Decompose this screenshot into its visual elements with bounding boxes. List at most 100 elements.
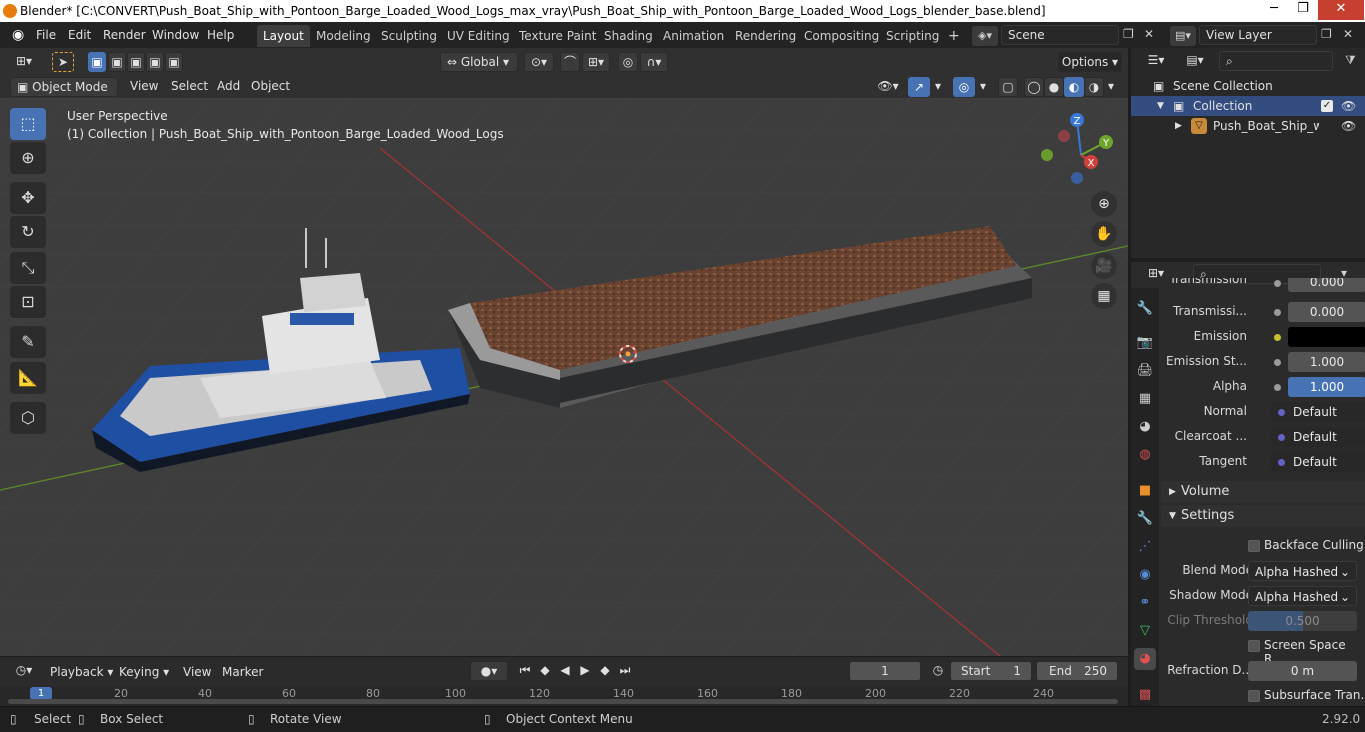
scene-tab-icon[interactable]: ◕ <box>1134 416 1156 438</box>
prop-value-field[interactable]: 0.000 <box>1288 302 1365 322</box>
tab-layout[interactable]: Layout <box>257 25 310 47</box>
jump-start-icon[interactable]: ⏮ <box>516 661 534 681</box>
snap-target-icon[interactable]: ⊞▾ <box>582 52 610 72</box>
outliner-editor-type-icon[interactable]: ☰▾ <box>1141 51 1171 71</box>
timeline-menu-view[interactable]: View <box>183 662 211 682</box>
prop-value-field[interactable]: 0.000 <box>1288 278 1365 292</box>
alpha-slider[interactable]: 1.000 <box>1288 377 1365 397</box>
tab-scripting[interactable]: Scripting <box>880 25 945 47</box>
tab-uv-editing[interactable]: UV Editing <box>441 25 516 47</box>
outliner-row-scene-collection[interactable]: ▣ Scene Collection <box>1131 76 1365 96</box>
clip-threshold-slider[interactable]: 0.500 <box>1248 611 1357 631</box>
timeline-ruler[interactable]: 1 20 40 60 80 100 120 140 160 180 200 22… <box>0 686 1128 706</box>
options-dropdown[interactable]: Options ▾ <box>1058 52 1122 72</box>
delete-view-layer-icon[interactable]: ✕ <box>1343 27 1353 41</box>
shading-dropdown-icon[interactable]: ▾ <box>1104 77 1118 97</box>
shading-material-icon[interactable]: ◐ <box>1064 77 1084 97</box>
timeline-scrollbar[interactable] <box>8 699 1118 704</box>
navigation-gizmo[interactable]: Z Y X <box>1036 110 1126 200</box>
minimize-button[interactable]: ─ <box>1260 0 1288 20</box>
select-box-tool-icon[interactable]: ⬚ <box>10 108 46 140</box>
tab-shading[interactable]: Shading <box>598 25 659 47</box>
jump-end-icon[interactable]: ⏭ <box>616 661 634 681</box>
particles-tab-icon[interactable]: ⋰ <box>1134 536 1156 558</box>
tool-tab-icon[interactable]: 🔧 <box>1134 298 1156 320</box>
shading-rendered-icon[interactable]: ◑ <box>1084 77 1104 97</box>
physics-tab-icon[interactable]: ◉ <box>1134 564 1156 586</box>
material-tab-icon[interactable]: ◕ <box>1134 648 1156 670</box>
end-frame-field[interactable]: End 250 <box>1036 661 1118 681</box>
socket-dot-icon[interactable] <box>1274 309 1281 316</box>
gizmo-toggle-icon[interactable]: ↗ <box>908 77 930 97</box>
menu-file[interactable]: File <box>32 26 60 44</box>
timeline-menu-playback[interactable]: Playback ▾ <box>50 662 113 682</box>
subsurface-translucency-checkbox[interactable] <box>1248 690 1260 702</box>
scene-selector-icon[interactable]: ◈▾ <box>972 26 998 46</box>
socket-dot-icon[interactable] <box>1278 409 1285 416</box>
blender-menu-icon[interactable]: ◉ <box>8 26 28 44</box>
xray-toggle-icon[interactable]: ▢ <box>998 77 1018 97</box>
object-tab-icon[interactable]: ■ <box>1134 480 1156 502</box>
tab-animation[interactable]: Animation <box>657 25 730 47</box>
filter-icon[interactable]: ⧩ <box>1345 53 1356 68</box>
3d-viewport[interactable]: User Perspective (1) Collection | Push_B… <box>0 98 1128 656</box>
add-cube-tool-icon[interactable]: ⬡ <box>10 402 46 434</box>
menu-edit[interactable]: Edit <box>64 26 95 44</box>
outliner-search-input[interactable]: ⌕ <box>1219 51 1333 71</box>
viewport-menu-object[interactable]: Object <box>251 76 290 96</box>
measure-tool-icon[interactable]: 📐 <box>10 362 46 394</box>
output-tab-icon[interactable]: 🖨 <box>1134 360 1156 382</box>
prev-keyframe-icon[interactable]: ◆ <box>536 661 554 681</box>
play-icon[interactable]: ▶ <box>576 661 594 681</box>
timeline-menu-keying[interactable]: Keying ▾ <box>119 662 169 682</box>
select-mode-extend-icon[interactable]: ▣ <box>108 52 126 72</box>
gizmo-dropdown-icon[interactable]: ▾ <box>931 77 945 97</box>
maximize-button[interactable]: ❐ <box>1289 0 1317 20</box>
viewport-menu-view[interactable]: View <box>130 76 158 96</box>
backface-culling-checkbox[interactable] <box>1248 540 1260 552</box>
menu-render[interactable]: Render <box>99 26 150 44</box>
proportional-falloff-icon[interactable]: ∩▾ <box>640 52 668 72</box>
exclude-checkbox[interactable]: ✓ <box>1321 100 1333 112</box>
prop-value-field[interactable]: Default <box>1271 427 1365 447</box>
auto-keying-icon[interactable]: ●▾ <box>470 661 508 681</box>
start-frame-field[interactable]: Start 1 <box>950 661 1032 681</box>
select-mode-invert-icon[interactable]: ▣ <box>146 52 164 72</box>
socket-dot-icon[interactable] <box>1274 280 1281 287</box>
next-keyframe-icon[interactable]: ◆ <box>596 661 614 681</box>
timeline-menu-marker[interactable]: Marker <box>222 662 263 682</box>
screen-space-refraction-checkbox[interactable] <box>1248 640 1260 652</box>
viewport-menu-select[interactable]: Select <box>171 76 208 96</box>
proportional-edit-icon[interactable]: ◎ <box>618 52 638 72</box>
socket-dot-icon[interactable] <box>1274 334 1281 341</box>
new-view-layer-icon[interactable]: ❐ <box>1321 27 1332 41</box>
shading-solid-icon[interactable]: ● <box>1044 77 1064 97</box>
render-tab-icon[interactable]: 📷 <box>1134 332 1156 354</box>
socket-dot-icon[interactable] <box>1274 359 1281 366</box>
view-layer-tab-icon[interactable]: ▦ <box>1134 388 1156 410</box>
visibility-eye-icon[interactable]: 👁 <box>1341 116 1356 136</box>
tab-compositing[interactable]: Compositing <box>798 25 885 47</box>
overlays-dropdown-icon[interactable]: ▾ <box>976 77 990 97</box>
play-reverse-icon[interactable]: ◀ <box>556 661 574 681</box>
snap-toggle-icon[interactable]: ⌒ <box>560 52 580 72</box>
rotate-tool-icon[interactable]: ↻ <box>10 216 46 248</box>
scale-tool-icon[interactable]: ⤡ <box>10 252 46 284</box>
socket-dot-icon[interactable] <box>1274 384 1281 391</box>
viewport-menu-add[interactable]: Add <box>217 76 240 96</box>
select-mode-new-icon[interactable]: ▣ <box>88 52 106 72</box>
timeline-editor-type-icon[interactable]: ◷▾ <box>8 661 40 681</box>
pivot-point-icon[interactable]: ⊙▾ <box>524 52 554 72</box>
texture-tab-icon[interactable]: ▩ <box>1134 684 1156 706</box>
orthographic-toggle-icon[interactable]: ▦ <box>1091 283 1117 309</box>
refraction-depth-field[interactable]: 0 m <box>1248 661 1357 681</box>
blend-mode-dropdown[interactable]: Alpha Hashed ⌄ <box>1248 561 1357 581</box>
tab-sculpting[interactable]: Sculpting <box>375 25 443 47</box>
scene-name-field[interactable]: Scene <box>1001 25 1119 45</box>
prop-value-field[interactable]: 1.000 <box>1288 352 1365 372</box>
close-button[interactable]: ✕ <box>1318 0 1364 20</box>
visibility-eye-icon[interactable]: 👁 <box>1341 96 1356 116</box>
view-layer-selector-icon[interactable]: ▤▾ <box>1170 26 1196 46</box>
transform-orientation-dropdown[interactable]: ⇔ Global ▾ <box>440 52 518 72</box>
delete-scene-icon[interactable]: ✕ <box>1144 27 1154 41</box>
